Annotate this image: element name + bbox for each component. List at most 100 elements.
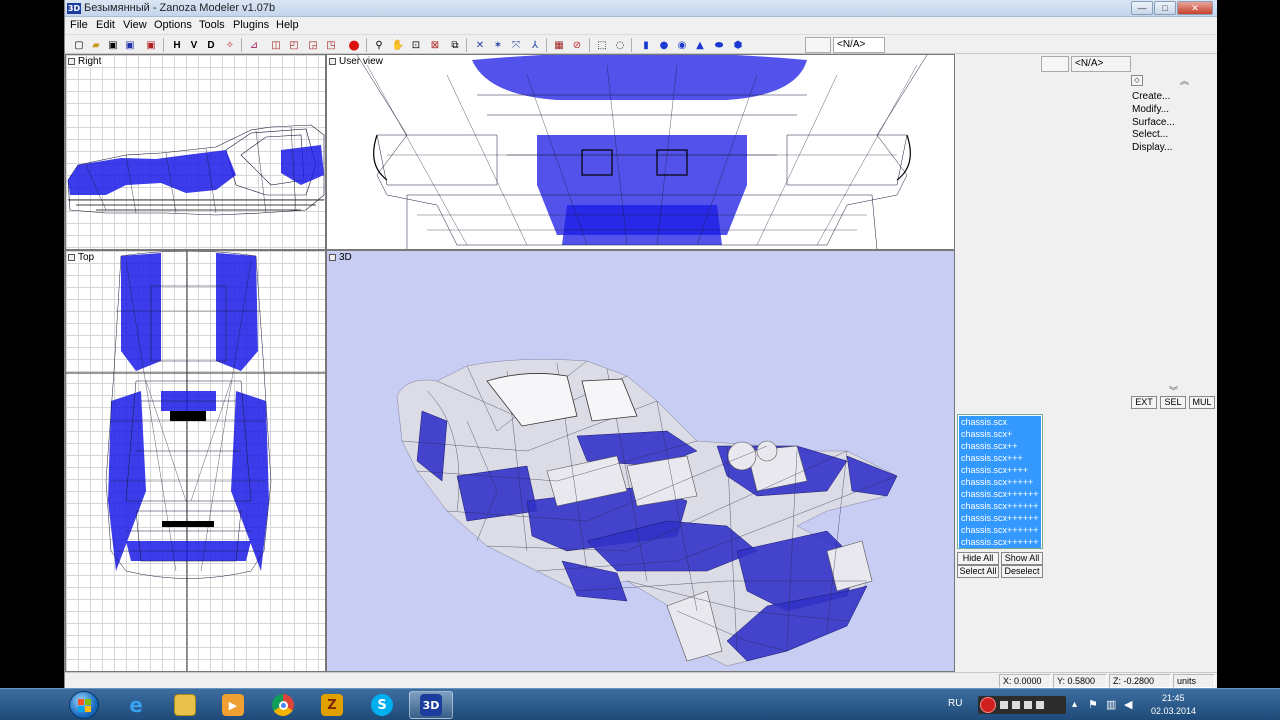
window-icon[interactable] <box>1012 701 1020 709</box>
viewport-3d[interactable]: 3D <box>326 250 955 672</box>
primitive-cylinder-icon[interactable]: ◉ <box>674 37 690 53</box>
tray-arrow-icon[interactable]: ▴ <box>1072 699 1077 710</box>
start-button[interactable] <box>69 691 99 719</box>
list-item[interactable]: chassis.scx++ <box>959 440 1041 452</box>
hide-all-button[interactable]: Hide All <box>957 552 999 565</box>
close-button[interactable]: ✕ <box>1177 1 1213 15</box>
grid-snap-icon[interactable]: ▦ <box>551 37 567 53</box>
maximize-button[interactable]: □ <box>1154 1 1176 15</box>
list-item[interactable]: chassis.scx++++++ <box>959 488 1041 500</box>
list-item[interactable]: chassis.scx++++++ <box>959 500 1041 512</box>
chevron-up-icon[interactable]: ︽ <box>1180 74 1189 87</box>
vertex-tool-icon[interactable]: ⊿ <box>246 37 262 53</box>
show-all-button[interactable]: Show All <box>1001 552 1043 565</box>
menu-options[interactable]: Options <box>154 19 192 31</box>
primitive-torus-icon[interactable]: ⬬ <box>711 37 727 53</box>
circle-select-icon[interactable]: ◌ <box>612 37 628 53</box>
zoom-extents-icon[interactable]: ⊡ <box>408 37 424 53</box>
scale-icon[interactable]: ⤧ <box>508 37 524 53</box>
primitive-cone-icon[interactable]: ▲ <box>692 37 708 53</box>
panel-na-field[interactable]: <N/A> <box>1071 56 1131 72</box>
object-list[interactable]: chassis.scx chassis.scx+ chassis.scx++ c… <box>957 414 1043 549</box>
clock-date[interactable]: 02.03.2014 <box>1151 706 1196 716</box>
list-item[interactable]: chassis.scx++++ <box>959 464 1041 476</box>
list-item[interactable]: chassis.scx+++ <box>959 452 1041 464</box>
minimize-button[interactable]: — <box>1131 1 1153 15</box>
panel-surface[interactable]: Surface... <box>1132 117 1175 128</box>
cube-delete-icon[interactable]: ◳ <box>323 37 339 53</box>
toolbar-na-field[interactable]: <N/A> <box>833 37 885 53</box>
view-d-button[interactable]: D <box>203 37 219 53</box>
primitive-box-icon[interactable]: ▮ <box>638 37 654 53</box>
viewport-user[interactable]: User view <box>326 54 955 250</box>
viewport-top[interactable]: Top <box>65 250 326 672</box>
clock-time[interactable]: 21:45 <box>1162 693 1185 703</box>
menu-help[interactable]: Help <box>276 19 299 31</box>
move-icon[interactable]: ✕ <box>472 37 488 53</box>
menu-file[interactable]: File <box>70 19 88 31</box>
panel-collapse-icon[interactable]: ◇ <box>1131 75 1143 86</box>
primitive-geosphere-icon[interactable]: ⬢ <box>730 37 746 53</box>
panel-create[interactable]: Create... <box>1132 91 1170 102</box>
menu-view[interactable]: View <box>123 19 147 31</box>
deselect-button[interactable]: Deselect <box>1001 565 1043 578</box>
list-item[interactable]: chassis.scx++++++ <box>959 512 1041 524</box>
toolbar-spinner[interactable] <box>805 37 831 53</box>
list-item[interactable]: chassis.scx+++++ <box>959 476 1041 488</box>
list-item[interactable]: chassis.scx <box>959 416 1041 428</box>
select-all-button[interactable]: Select All <box>957 565 999 578</box>
taskbar-skype[interactable]: S <box>360 691 404 719</box>
taskbar-explorer[interactable] <box>163 691 207 719</box>
title-bar[interactable]: 3D Безымянный - Zanoza Modeler v1.07b — … <box>65 0 1217 17</box>
sel-button[interactable]: SEL <box>1160 396 1186 409</box>
rotate-icon[interactable]: ✶ <box>490 37 506 53</box>
list-item[interactable]: chassis.scx++++++ <box>959 524 1041 536</box>
cube-edit-icon[interactable]: ◲ <box>305 37 321 53</box>
viewport-right[interactable]: Right <box>65 54 326 250</box>
zoom-region-icon[interactable]: ⊠ <box>427 37 443 53</box>
delete-icon[interactable]: ▣ <box>143 37 159 53</box>
box-select-icon[interactable]: ◫ <box>268 37 284 53</box>
save-icon[interactable]: ▣ <box>105 37 121 53</box>
zoom-icon[interactable]: ⚲ <box>371 37 387 53</box>
taskbar-chrome[interactable] <box>261 691 305 719</box>
panel-modify[interactable]: Modify... <box>1132 104 1169 115</box>
list-item[interactable]: chassis.scx+ <box>959 428 1041 440</box>
fullscreen-icon[interactable] <box>1024 701 1032 709</box>
panel-select[interactable]: Select... <box>1132 129 1168 140</box>
network-icon[interactable]: ▥ <box>1106 698 1116 711</box>
no-snap-icon[interactable]: ⊘ <box>569 37 585 53</box>
stop-icon[interactable] <box>1000 701 1008 709</box>
taskbar-zanoza-modeler[interactable]: 3D <box>409 691 453 719</box>
pan-hand-icon[interactable]: ✋ <box>390 37 406 53</box>
menu-plugins[interactable]: Plugins <box>233 19 269 31</box>
menu-edit[interactable]: Edit <box>96 19 115 31</box>
sphere-red-icon[interactable]: ● <box>346 37 362 53</box>
taskbar-media-player[interactable]: ▶ <box>211 691 255 719</box>
open-folder-icon[interactable]: ▰ <box>88 37 104 53</box>
taskbar-zanoza[interactable]: Z <box>310 691 354 719</box>
mirror-icon[interactable]: ⅄ <box>527 37 543 53</box>
save-as-icon[interactable]: ▣ <box>122 37 138 53</box>
view-h-button[interactable]: H <box>169 37 185 53</box>
ext-button[interactable]: EXT <box>1131 396 1157 409</box>
list-item[interactable]: chassis.scx++++++ <box>959 536 1041 548</box>
language-indicator[interactable]: RU <box>948 698 962 709</box>
panel-spinner[interactable] <box>1041 56 1069 72</box>
new-file-icon[interactable]: ▢ <box>71 37 87 53</box>
rect-select-icon[interactable]: ⬚ <box>594 37 610 53</box>
magic-wand-icon[interactable]: ✧ <box>222 37 238 53</box>
record-icon[interactable] <box>980 697 996 713</box>
volume-icon[interactable]: ◀ <box>1124 698 1132 711</box>
taskbar-ie[interactable]: e <box>114 691 158 719</box>
settings-icon[interactable] <box>1036 701 1044 709</box>
mul-button[interactable]: MUL <box>1189 396 1215 409</box>
cube-icon[interactable]: ◰ <box>286 37 302 53</box>
screen-recorder-controls[interactable] <box>978 696 1066 714</box>
primitive-sphere-icon[interactable]: ● <box>656 37 672 53</box>
menu-tools[interactable]: Tools <box>199 19 225 31</box>
panel-display[interactable]: Display... <box>1132 142 1172 153</box>
action-center-icon[interactable]: ⚑ <box>1088 698 1098 711</box>
zoom-all-icon[interactable]: ⧉ <box>447 37 463 53</box>
view-v-button[interactable]: V <box>186 37 202 53</box>
